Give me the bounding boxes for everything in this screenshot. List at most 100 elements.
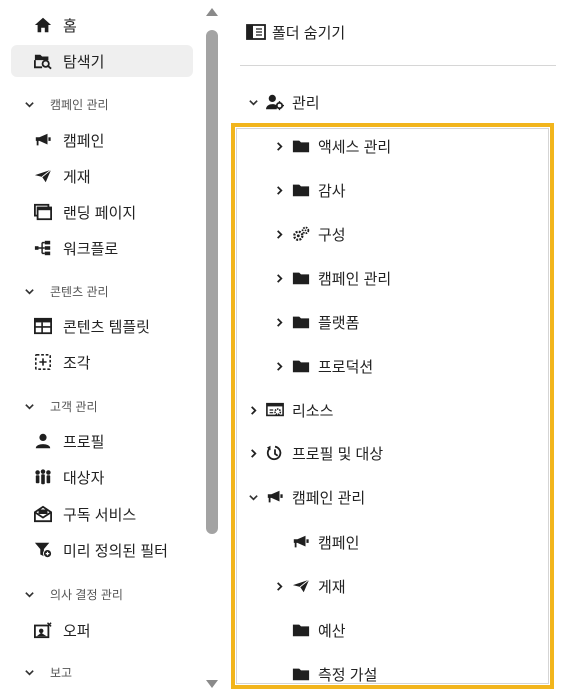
nav-item-home[interactable]: 홈 xyxy=(11,9,193,41)
nav-item-audiences[interactable]: 대상자 xyxy=(11,461,193,493)
tree-node-label: 캠페인 xyxy=(318,534,360,552)
nav-item-offers[interactable]: 오퍼 xyxy=(11,614,193,646)
megaphone-icon xyxy=(33,130,53,150)
tree-node-label: 예산 xyxy=(318,622,346,640)
nav-item-label: 콘텐츠 템플릿 xyxy=(63,318,150,336)
chevron-right-icon[interactable] xyxy=(272,183,286,197)
offer-icon xyxy=(33,620,53,640)
chevron-down-icon[interactable] xyxy=(246,490,260,504)
nav-item-fragments[interactable]: 조각 xyxy=(11,346,193,378)
tree-node-label: 게재 xyxy=(318,578,346,596)
chevron-right-icon[interactable] xyxy=(272,359,286,373)
nav-item-deliveries[interactable]: 게재 xyxy=(11,160,193,192)
nav-item-label: 조각 xyxy=(63,354,91,372)
megaphone-icon xyxy=(290,532,312,552)
nav-item-label: 워크플로 xyxy=(63,240,119,258)
hide-folders-label: 폴더 숨기기 xyxy=(272,24,346,42)
chevron-down-icon xyxy=(24,98,36,110)
chevron-right-icon[interactable] xyxy=(272,579,286,593)
sidebar-scrollbar[interactable] xyxy=(202,0,222,692)
tree-node-audit[interactable]: 감사 xyxy=(272,177,346,203)
admin-user-icon xyxy=(264,92,286,112)
nav-item-label: 게재 xyxy=(63,168,91,186)
section-title: 의사 결정 관리 xyxy=(50,587,123,602)
section-customer-management[interactable]: 고객 관리 xyxy=(24,396,98,416)
tree-node-production[interactable]: 프로덕션 xyxy=(272,353,373,379)
scroll-down-arrow-icon[interactable] xyxy=(206,680,218,688)
tree-node-label: 리소스 xyxy=(292,402,334,420)
tree-node-label: 관리 xyxy=(292,94,320,112)
tree-node-resources[interactable]: 리소스 xyxy=(246,397,333,423)
nav-item-label: 구독 서비스 xyxy=(63,506,137,524)
section-decision-management[interactable]: 의사 결정 관리 xyxy=(24,584,123,604)
fragment-icon xyxy=(33,352,53,372)
divider xyxy=(240,65,556,66)
chevron-right-icon[interactable] xyxy=(246,403,260,417)
tree-node-access-management[interactable]: 액세스 관리 xyxy=(272,133,391,159)
chevron-right-icon[interactable] xyxy=(272,315,286,329)
section-title: 캠페인 관리 xyxy=(50,97,109,112)
template-icon xyxy=(33,316,53,336)
hide-folders-button[interactable]: 폴더 숨기기 xyxy=(246,20,345,44)
nav-item-label: 탐색기 xyxy=(63,53,105,71)
resource-icon xyxy=(264,400,286,420)
tree-node-administration[interactable]: 관리 xyxy=(246,89,320,115)
section-title: 콘텐츠 관리 xyxy=(50,284,109,299)
chevron-right-icon[interactable] xyxy=(246,446,260,460)
tree-node-label: 액세스 관리 xyxy=(318,138,392,156)
nav-item-subscription-services[interactable]: 구독 서비스 xyxy=(11,498,193,530)
tree-node-deliveries[interactable]: 게재 xyxy=(272,573,346,599)
chevron-right-icon[interactable] xyxy=(272,227,286,241)
tree-node-profiles-and-targets[interactable]: 프로필 및 대상 xyxy=(246,440,383,466)
nav-item-workflows[interactable]: 워크플로 xyxy=(11,232,193,264)
megaphone-icon xyxy=(264,487,286,507)
tree-node-label: 프로덕션 xyxy=(318,358,374,376)
chevron-right-icon[interactable] xyxy=(272,271,286,285)
nav-item-campaigns[interactable]: 캠페인 xyxy=(11,124,193,156)
user-icon xyxy=(33,431,53,451)
tree-node-budgets[interactable]: 예산 xyxy=(272,617,346,643)
nav-item-predefined-filters[interactable]: 미리 정의된 필터 xyxy=(11,534,193,566)
tree-node-label: 캠페인 관리 xyxy=(318,270,392,288)
folder-icon xyxy=(290,312,312,332)
section-reports[interactable]: 보고 xyxy=(24,662,72,682)
tree-node-configuration[interactable]: 구성 xyxy=(272,221,346,247)
nav-item-profiles[interactable]: 프로필 xyxy=(11,425,193,457)
nav-item-label: 프로필 xyxy=(63,433,105,451)
nav-item-label: 대상자 xyxy=(63,469,105,487)
chevron-down-icon xyxy=(24,285,36,297)
home-icon xyxy=(33,15,53,35)
nav-item-landing-pages[interactable]: 랜딩 페이지 xyxy=(11,196,193,228)
nav-item-label: 오퍼 xyxy=(63,622,91,640)
folder-icon xyxy=(290,136,312,156)
chevron-down-icon[interactable] xyxy=(246,95,260,109)
chevron-right-icon[interactable] xyxy=(272,139,286,153)
folder-icon xyxy=(290,268,312,288)
tree-node-measurement-hypotheses[interactable]: 측정 가설 xyxy=(272,661,377,687)
envelope-icon xyxy=(33,504,53,524)
section-title: 보고 xyxy=(50,665,73,680)
gears-icon xyxy=(290,224,312,244)
tree-node-label: 감사 xyxy=(318,182,346,200)
folder-icon xyxy=(290,620,312,640)
tree-node-campaign-management[interactable]: 캠페인 관리 xyxy=(246,484,365,510)
tree-node-platform[interactable]: 플랫폼 xyxy=(272,309,359,335)
profile-target-icon xyxy=(264,443,286,463)
folder-icon xyxy=(290,356,312,376)
explorer-folder-panel: 폴더 숨기기 관리 액세스 관리 감사 구성 캠페인 관리 플랫폼 프로덕션 리… xyxy=(222,0,570,692)
tree-node-campaign-management-folder[interactable]: 캠페인 관리 xyxy=(272,265,391,291)
scrollbar-thumb[interactable] xyxy=(206,30,218,534)
folder-search-icon xyxy=(33,51,53,71)
tree-node-label: 구성 xyxy=(318,226,346,244)
tree-node-campaigns[interactable]: 캠페인 xyxy=(272,529,359,555)
section-campaign-management[interactable]: 캠페인 관리 xyxy=(24,94,109,114)
nav-item-content-templates[interactable]: 콘텐츠 템플릿 xyxy=(11,310,193,342)
chevron-down-icon xyxy=(24,666,36,678)
panel-toggle-icon xyxy=(246,22,266,42)
nav-item-explorer[interactable]: 탐색기 xyxy=(11,45,193,77)
send-icon xyxy=(33,166,53,186)
section-content-management[interactable]: 콘텐츠 관리 xyxy=(24,281,109,301)
send-icon xyxy=(290,576,312,596)
scroll-up-arrow-icon[interactable] xyxy=(206,8,218,16)
nav-item-label: 랜딩 페이지 xyxy=(63,204,137,222)
